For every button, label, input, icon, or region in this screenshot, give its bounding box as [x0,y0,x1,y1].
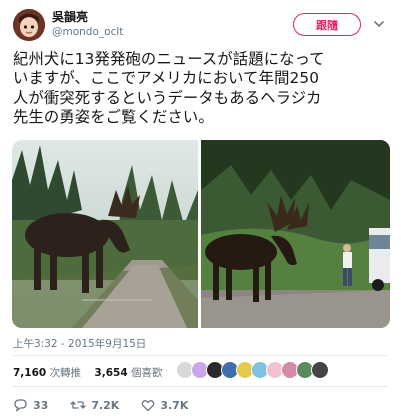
divider [12,386,388,387]
liker-avatars[interactable] [176,361,329,379]
retweet-button[interactable]: 7.2K [70,398,119,412]
tweet-text-line: 先生の勇姿をご覧ください。 [13,108,214,127]
likes-count[interactable]: 3,654 [94,367,127,379]
heart-icon [141,399,155,411]
retweets-count[interactable]: 7,160 [13,367,46,379]
liker-avatar[interactable] [311,361,329,379]
reply-icon [14,399,27,412]
moose-vs-man-photo[interactable] [201,140,390,328]
tweet-timestamp[interactable]: 上午3:32 - 2015年9月15日 [13,336,146,351]
tweet-actions: 33 7.2K 3.7K [13,396,313,414]
author-handle[interactable]: @mondo_oclt [52,26,123,38]
moose-on-road-photo[interactable] [12,140,198,328]
tweet-text-line: いますが、ここでアメリカにおいて年間250 [13,69,320,88]
retweet-count: 7.2K [91,398,120,412]
tweet-text: 紀州犬に13発発砲のニュースが話題になって いますが、ここでアメリカにおいて年間… [13,50,393,128]
retweets-label[interactable]: 次轉推 [50,367,82,379]
likes-label[interactable]: 個喜歡 [131,367,163,379]
more-options-chevron-icon[interactable] [372,16,386,30]
engagement-stats: 7,160 次轉推 3,654 個喜歡 [13,365,162,380]
divider [12,355,388,356]
retweet-icon [70,401,86,409]
tweet-header: 吳韻亮 @mondo_oclt 跟隨 [0,0,401,44]
like-button[interactable]: 3.7K [141,399,188,412]
author-display-name[interactable]: 吳韻亮 [52,8,88,25]
follow-button[interactable]: 跟隨 [293,13,361,36]
tweet-text-line: 紀州犬に13発発砲のニュースが話題になって [13,50,325,68]
reply-count: 33 [33,398,49,412]
tweet-text-line: 人が衝突死するというデータもあるヘラジカ [13,88,322,107]
like-count: 3.7K [160,398,189,412]
author-avatar[interactable] [13,9,45,41]
tweet-media [12,140,390,328]
reply-button[interactable]: 33 [13,398,48,412]
